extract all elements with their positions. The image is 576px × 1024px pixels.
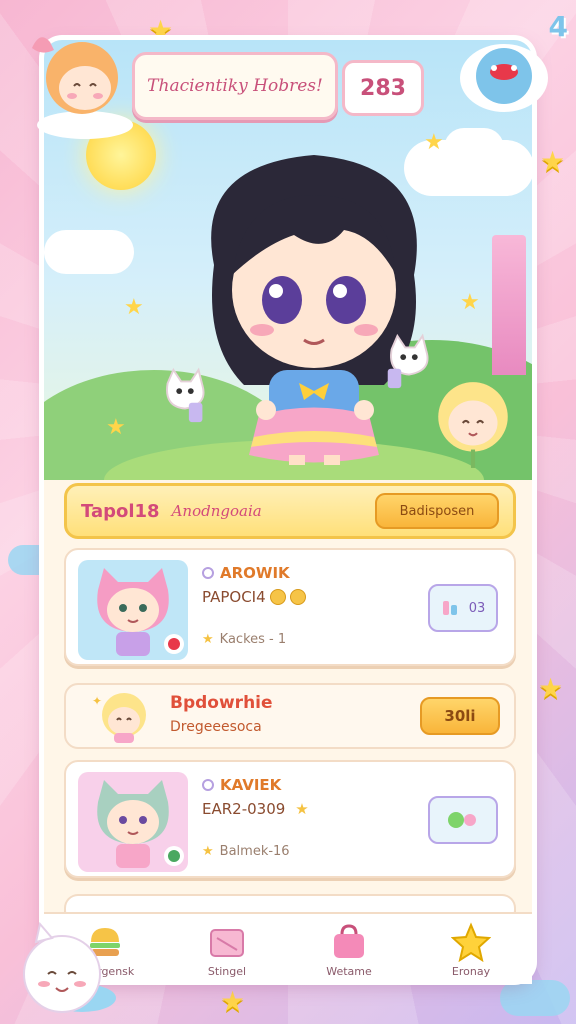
green-cat-girl-portrait [97, 780, 184, 868]
banner-title: Tapol18 [81, 500, 160, 522]
banner-subtitle: Anodngoaia [171, 502, 262, 520]
svg-text:✦: ✦ [92, 694, 102, 708]
star-icon: ★ [106, 415, 126, 440]
game-title: Thacientiky Hobres! [132, 52, 338, 120]
blonde-chibi-mascot[interactable] [432, 378, 514, 470]
character-code: EAR2-0309 ★ [202, 800, 309, 818]
star-icon: ★ [202, 632, 214, 647]
reward-card[interactable]: ✦ Bpdowrhie Dregeeesoca 30li [64, 683, 516, 749]
character-name: KAVIEK [202, 776, 281, 794]
nav-item-stingel[interactable]: Stingel [177, 921, 277, 978]
blue-ghost-mascot[interactable] [456, 38, 552, 118]
character-card[interactable]: AROWIK PAPOCI4 ★ Kackes - 1 03 [64, 548, 516, 666]
ring-icon [202, 567, 214, 579]
reward-title: Bpdowrhie [170, 693, 273, 713]
nav-item-wetame[interactable]: Wetame [299, 921, 399, 978]
white-bunny-mascot[interactable] [12, 918, 122, 1018]
nav-item-eronay[interactable]: Eronay [421, 921, 521, 978]
cat-pet-left[interactable] [156, 365, 214, 425]
reward-button[interactable]: 30li [420, 697, 500, 735]
pink-cat-girl-portrait [97, 568, 184, 656]
character-code: PAPOCI4 [202, 588, 306, 606]
cloud-decoration [44, 230, 134, 274]
star-icon: ★ [295, 800, 309, 818]
character-card[interactable]: KAVIEK EAR2-0309 ★ ★ Balmek-16 [64, 760, 516, 878]
gem-icon [448, 812, 476, 828]
cloud-decoration [500, 980, 570, 1016]
star-icon: ★ [540, 145, 566, 178]
character-meta: ★ Balmek-16 [202, 844, 290, 859]
main-character[interactable] [174, 125, 454, 465]
coin-icon [289, 589, 306, 605]
character-name: AROWIK [202, 564, 290, 582]
character-thumbnail [78, 560, 188, 660]
star-icon: ★ [202, 844, 214, 859]
character-meta: ★ Kackes - 1 [202, 632, 287, 647]
banner-button[interactable]: Badisposen [375, 493, 499, 529]
reward-subtitle: Dregeeesoca [170, 719, 262, 735]
cat-pet-right[interactable] [380, 330, 438, 392]
character-action-button[interactable]: 03 [428, 584, 498, 632]
star-icon: ★ [124, 295, 144, 320]
star-icon: ★ [460, 290, 480, 315]
folder-icon [210, 928, 244, 957]
coin-icon [269, 589, 286, 605]
score-display: 283 [342, 60, 424, 116]
character-action-button[interactable] [428, 796, 498, 844]
character-thumbnail [78, 772, 188, 872]
blonde-chibi-icon: ✦ [92, 693, 146, 743]
tower-decoration [492, 235, 526, 375]
music-icon [442, 601, 457, 615]
ring-icon [202, 779, 214, 791]
star-icon: ★ [220, 985, 246, 1018]
orange-hair-mascot[interactable] [30, 30, 140, 140]
star-icon: ★ [538, 672, 564, 705]
event-banner[interactable]: Tapol18 Anodngoaia Badisposen [64, 483, 516, 539]
bag-icon [334, 923, 364, 958]
star-icon [451, 921, 491, 962]
